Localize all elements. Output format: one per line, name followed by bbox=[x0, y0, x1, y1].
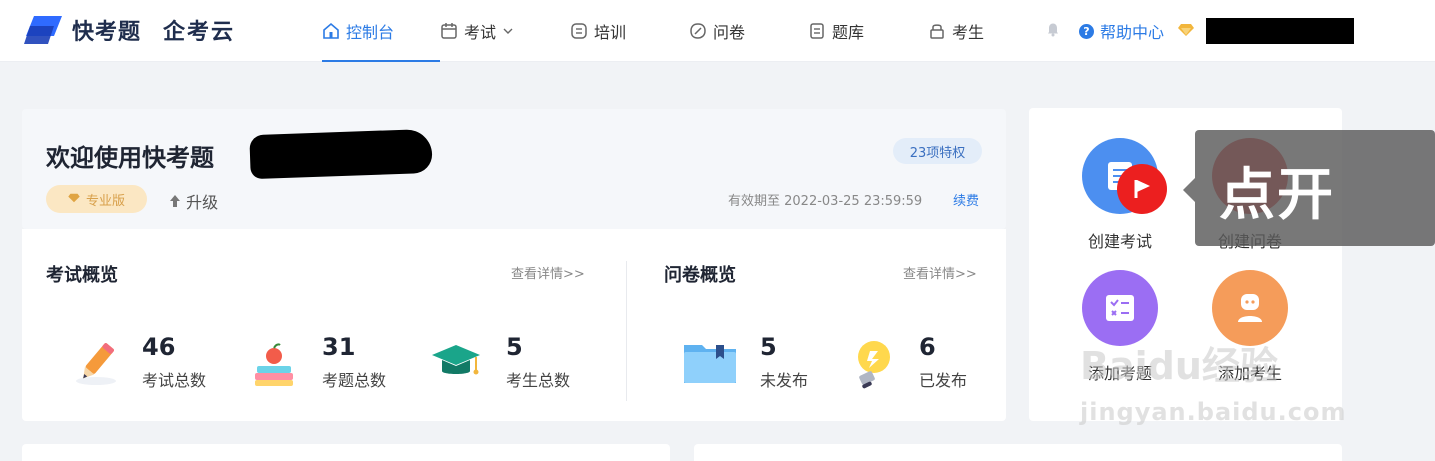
brand-logo[interactable]: 快考题 企考云 bbox=[24, 14, 235, 46]
expiry-text: 有效期至 2022-03-25 23:59:59 bbox=[728, 194, 923, 209]
nav-item-question-bank[interactable]: 题库 bbox=[808, 0, 928, 62]
calendar-icon bbox=[440, 22, 458, 40]
overview-card: 考试概览 查看详情>> 46 考试总数 31 考题总数 5 考生总数 问卷概览 … bbox=[22, 229, 1006, 421]
nav-item-exam[interactable]: 考试 bbox=[440, 0, 570, 62]
nav-item-survey[interactable]: 问卷 bbox=[689, 0, 808, 62]
graduation-cap-icon bbox=[430, 341, 482, 389]
play-icon[interactable] bbox=[1117, 164, 1167, 214]
upgrade-link[interactable]: 升级 bbox=[169, 189, 218, 213]
arrow-up-icon bbox=[169, 193, 186, 212]
help-icon: ? bbox=[1079, 23, 1094, 39]
stat-candidate-total: 5 考生总数 bbox=[506, 333, 571, 390]
stat-published: 6 已发布 bbox=[919, 333, 968, 390]
stat-unpublished: 5 未发布 bbox=[760, 333, 809, 390]
lightbulb-icon bbox=[848, 337, 896, 397]
bottom-card-left bbox=[22, 444, 670, 461]
survey-overview-details-link[interactable]: 查看详情>> bbox=[903, 263, 977, 282]
bottom-card-right bbox=[694, 444, 1342, 461]
question-bank-icon bbox=[808, 22, 826, 40]
tooltip-arrow bbox=[1183, 178, 1195, 202]
survey-overview-title: 问卷概览 bbox=[664, 265, 736, 286]
exam-overview-title: 考试概览 bbox=[46, 265, 118, 286]
header-right: ? 帮助中心 bbox=[1045, 0, 1355, 62]
welcome-card: 欢迎使用快考题 专业版 升级 23项特权 有效期至 2022-03-25 23:… bbox=[22, 109, 1006, 229]
logo-mark-icon bbox=[24, 14, 66, 46]
partner-name: 企考云 bbox=[163, 20, 236, 45]
user-account-redacted[interactable] bbox=[1206, 18, 1355, 44]
training-icon bbox=[570, 22, 588, 40]
folder-icon bbox=[682, 337, 738, 391]
nav-item-candidates[interactable]: 考生 bbox=[928, 0, 1018, 62]
stat-question-total: 31 考题总数 bbox=[322, 333, 387, 390]
candidate-icon bbox=[928, 22, 946, 40]
renew-link[interactable]: 续费 bbox=[953, 190, 979, 209]
brand-name: 快考题 bbox=[72, 20, 142, 45]
stat-exam-total: 46 考试总数 bbox=[142, 333, 207, 390]
privileges-badge[interactable]: 23项特权 bbox=[893, 138, 982, 164]
home-icon bbox=[322, 22, 340, 40]
books-apple-icon bbox=[249, 341, 299, 395]
survey-icon bbox=[689, 22, 707, 40]
section-divider bbox=[626, 261, 627, 401]
nav-item-training[interactable]: 培训 bbox=[570, 0, 689, 62]
diamond-icon bbox=[1178, 22, 1195, 41]
pencil-icon bbox=[70, 337, 122, 393]
redaction-scribble bbox=[249, 128, 433, 180]
tooltip-overlay[interactable]: 点开 bbox=[1183, 130, 1435, 246]
welcome-title: 欢迎使用快考题 bbox=[46, 144, 214, 172]
top-navbar: 快考题 企考云 控制台 考试 培训 问卷 题库 考生 ? 帮助中心 bbox=[0, 0, 1435, 62]
chevron-down-icon bbox=[502, 22, 514, 41]
exam-overview-details-link[interactable]: 查看详情>> bbox=[511, 263, 585, 282]
nav-item-dashboard[interactable]: 控制台 bbox=[322, 0, 440, 62]
help-center-link[interactable]: ? 帮助中心 bbox=[1079, 19, 1164, 43]
edition-badge: 专业版 bbox=[46, 185, 147, 213]
baidu-watermark: Baidu经验 jingyan.baidu.com bbox=[1080, 344, 1347, 426]
main-nav: 控制台 考试 培训 问卷 题库 考生 bbox=[322, 0, 1018, 62]
tooltip-text: 点开 bbox=[1219, 163, 1335, 228]
bell-icon[interactable] bbox=[1045, 21, 1061, 41]
diamond-icon bbox=[68, 192, 80, 207]
